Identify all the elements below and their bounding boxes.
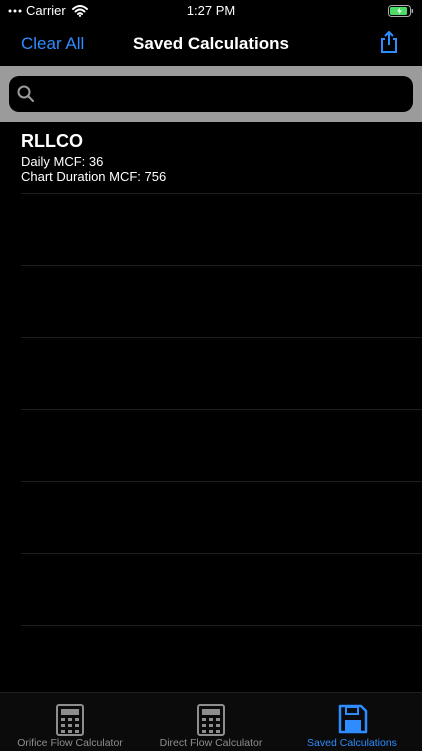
empty-row (21, 338, 422, 410)
navigation-bar: Clear All Saved Calculations (0, 22, 422, 66)
empty-row (21, 194, 422, 266)
status-time: 1:27 PM (186, 3, 236, 18)
tab-label: Saved Calculations (307, 737, 397, 749)
daily-mcf: Daily MCF: 36 (21, 154, 104, 169)
status-bar: Carrier 1:27 PM (0, 0, 422, 22)
tab-label: Orifice Flow Calculator (17, 737, 123, 749)
empty-row (21, 626, 422, 698)
tab-label: Direct Flow Calculator (159, 737, 263, 749)
empty-row (21, 266, 422, 338)
tab-direct-flow-calculator[interactable]: Direct Flow Calculator (141, 693, 281, 751)
floppy-disk-icon (338, 704, 368, 734)
tab-bar: Orifice Flow Calculator Direct Flow Calc… (0, 692, 422, 751)
calculator-icon (197, 704, 225, 736)
empty-row (21, 554, 422, 626)
battery-icon (388, 4, 414, 22)
search-input[interactable] (45, 76, 409, 114)
share-button[interactable] (378, 30, 400, 59)
search-field-container[interactable] (9, 76, 413, 114)
tab-orifice-flow-calculator[interactable]: Orifice Flow Calculator (0, 693, 140, 751)
tab-saved-calculations[interactable]: Saved Calculations (282, 693, 422, 751)
share-icon (381, 30, 397, 53)
search-icon (17, 85, 34, 102)
calculator-icon (56, 704, 84, 736)
calculation-name: RLLCO (21, 131, 83, 151)
page-title: Saved Calculations (133, 34, 289, 53)
chart-duration-mcf: Chart Duration MCF: 756 (21, 169, 167, 184)
saved-calculations-list: RLLCO Daily MCF: 36 Chart Duration MCF: … (0, 122, 422, 698)
saved-calculation-row[interactable]: RLLCO Daily MCF: 36 Chart Duration MCF: … (21, 122, 422, 194)
empty-row (21, 482, 422, 554)
empty-row (21, 410, 422, 482)
search-bar (0, 66, 422, 122)
